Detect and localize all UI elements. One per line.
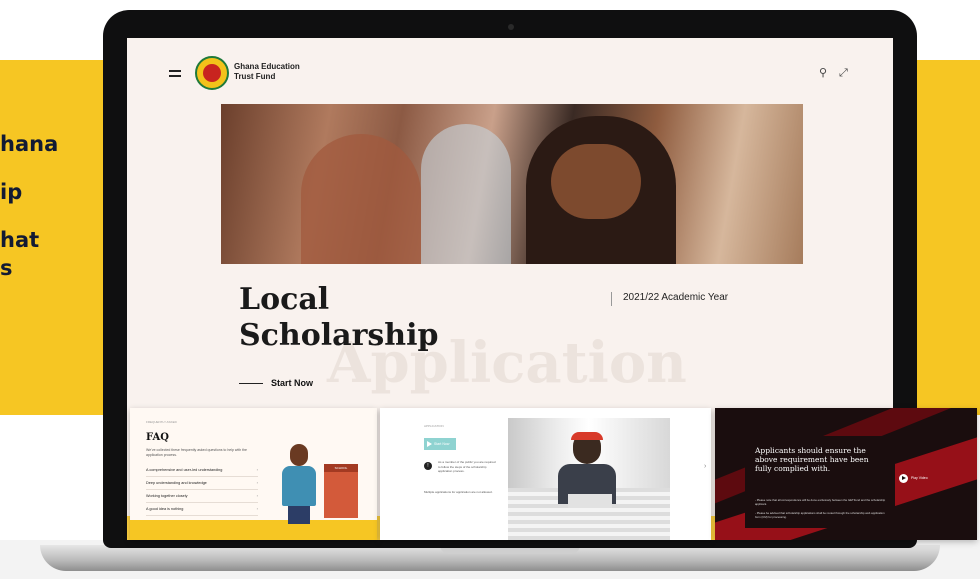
faq-eyebrow: FREQUENTLY ASKED	[146, 420, 177, 424]
application-card: APPLICATION Start Now ! As a member of t…	[380, 408, 711, 540]
academic-year: 2021/22 Academic Year	[623, 292, 729, 303]
divider	[611, 292, 612, 306]
play-video-label[interactable]: Play Video	[911, 476, 928, 480]
notice-bullet: - Please note that all correspondence wi…	[755, 498, 886, 506]
chevron-right-icon[interactable]: ›	[704, 463, 706, 470]
faq-item[interactable]: A comprehensive and user-led understandi…	[146, 464, 258, 477]
search-icon[interactable]: ⚲	[819, 68, 827, 79]
faq-footer-strip	[130, 520, 377, 540]
faq-item[interactable]: Working together closely ›	[146, 490, 258, 503]
start-now-button[interactable]: Start Now	[424, 438, 456, 450]
notice-title: Applicants should ensure the above requi…	[755, 446, 869, 473]
notice-box: Applicants should ensure the above requi…	[745, 436, 895, 528]
application-note: Multiple applications for application ar…	[424, 490, 493, 494]
faq-description: We've collected these frequently asked q…	[146, 448, 247, 457]
faq-title: FAQ	[146, 432, 169, 443]
faq-item[interactable]: A good idea is nothing ›	[146, 503, 258, 516]
chevron-right-icon: ›	[256, 467, 258, 472]
chevron-right-icon: ›	[256, 506, 258, 511]
promo-text: hana ip hat s	[0, 130, 58, 282]
promo-line: hat	[0, 228, 40, 252]
promo-line: s	[0, 256, 13, 280]
expand-icon[interactable]: ⤢	[839, 68, 848, 79]
webcam	[508, 24, 514, 30]
school-illustration	[324, 470, 358, 518]
title-line: Local	[239, 282, 330, 317]
chevron-right-icon: ›	[256, 480, 258, 485]
brand-line: Trust Fund	[234, 72, 276, 81]
info-icon: !	[424, 462, 432, 470]
hamburger-icon[interactable]	[169, 70, 181, 78]
brand-line: Ghana Education	[234, 62, 300, 71]
application-info-text: As a member of the public you are requir…	[438, 460, 496, 473]
hero-image	[221, 104, 803, 264]
faq-card: FREQUENTLY ASKED FAQ We've collected the…	[130, 408, 377, 540]
title-line: Scholarship	[239, 318, 439, 353]
chevron-right-icon: ›	[256, 493, 258, 498]
school-sign: SCHOOL	[324, 464, 358, 472]
student-illustration-head	[290, 444, 308, 466]
student-illustration-legs	[288, 506, 310, 524]
promo-line: ip	[0, 180, 23, 204]
student-photo	[508, 418, 670, 540]
application-eyebrow: APPLICATION	[424, 424, 444, 428]
notice-bullet: - Please be advised that scholarship app…	[755, 511, 885, 519]
student-illustration	[282, 466, 316, 506]
page-title: Local Scholarship	[239, 282, 438, 354]
cta-line	[239, 383, 263, 384]
notice-card: Applicants should ensure the above requi…	[715, 408, 977, 540]
start-now-link[interactable]: Start Now	[271, 378, 313, 388]
brand-name[interactable]: Ghana Education Trust Fund	[234, 62, 300, 82]
promo-line: hana	[0, 132, 59, 156]
faq-item[interactable]: Deep understanding and knowledge ›	[146, 477, 258, 490]
getfund-logo[interactable]	[195, 56, 229, 90]
play-icon[interactable]	[899, 474, 908, 483]
